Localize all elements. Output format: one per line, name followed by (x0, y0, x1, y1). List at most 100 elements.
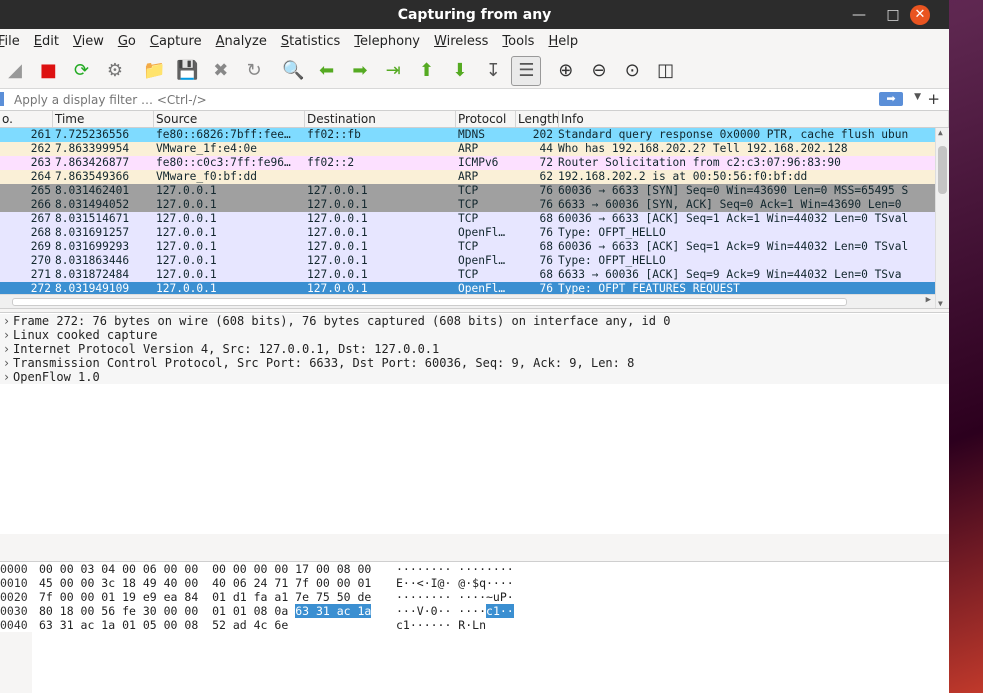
bytes-hex[interactable]: 45 00 00 3c 18 49 40 00 40 06 24 71 7f 0… (39, 576, 371, 590)
save-file-icon[interactable]: 💾 (172, 56, 202, 86)
detail-tree-item[interactable]: › Linux cooked capture (0, 328, 949, 342)
autoscroll-icon[interactable]: ↧ (478, 56, 508, 86)
title-bar[interactable]: Capturing from any — □ ✕ (0, 0, 949, 29)
scroll-right-icon[interactable]: ▶ (926, 295, 931, 305)
packet-destination: 127.0.0.1 (307, 268, 368, 281)
menu-edit[interactable]: Edit (27, 34, 66, 49)
packet-time: 8.031514671 (55, 212, 130, 225)
packet-row[interactable]: 270 8.031863446 127.0.0.1 127.0.0.1 OpenFl… 7… (0, 254, 949, 268)
packet-row[interactable]: 264 7.863549366 VMware_f0:bf:dd ARP 62 192.16… (0, 170, 949, 184)
packet-row[interactable]: 266 8.031494052 127.0.0.1 127.0.0.1 TCP 76 663… (0, 198, 949, 212)
close-icon[interactable]: ✕ (910, 4, 930, 25)
menu-go[interactable]: Go (111, 34, 143, 49)
minimize-icon[interactable]: — (842, 7, 876, 23)
apply-arrow-icon[interactable]: ➡ (879, 92, 903, 106)
menu-telephony[interactable]: Telephony (347, 34, 427, 49)
bytes-ascii[interactable]: c1······ R·Ln (396, 618, 486, 632)
display-filter-input[interactable] (0, 90, 949, 109)
ascii-text: ········ ········ (396, 562, 514, 576)
expand-arrow-icon[interactable]: › (0, 328, 13, 342)
zoom-in-icon[interactable]: ⊕ (551, 56, 581, 86)
menu-view[interactable]: View (66, 34, 111, 49)
expand-arrow-icon[interactable]: › (0, 370, 13, 384)
scroll-thumb[interactable] (938, 146, 947, 194)
packet-row[interactable]: 265 8.031462401 127.0.0.1 127.0.0.1 TCP 76 600… (0, 184, 949, 198)
packet-row[interactable]: 268 8.031691257 127.0.0.1 127.0.0.1 OpenFl… 7… (0, 226, 949, 240)
detail-tree-item[interactable]: › Frame 272: 76 bytes on wire (608 bits),… (0, 314, 949, 328)
open-file-icon[interactable]: 📁 (139, 56, 169, 86)
bytes-row: 0040 63 31 ac 1a 01 05 00 08 52 ad 4c 6e c… (0, 618, 949, 632)
detail-tree-item[interactable]: › OpenFlow 1.0 (0, 370, 949, 384)
packet-info: Type: OFPT_HELLO (558, 254, 666, 267)
maximize-icon[interactable]: □ (876, 7, 910, 23)
normal-size-icon[interactable]: ⊙ (617, 56, 647, 86)
go-last-icon[interactable]: ⬇ (445, 56, 475, 86)
menu-tools[interactable]: Tools (495, 34, 541, 49)
col-no[interactable]: o. (0, 111, 53, 127)
expand-arrow-icon[interactable]: › (0, 342, 13, 356)
packet-row[interactable]: 269 8.031699293 127.0.0.1 127.0.0.1 TCP 68 600… (0, 240, 949, 254)
reload-file-icon[interactable]: ↻ (239, 56, 269, 86)
bookmark-icon[interactable] (0, 92, 4, 106)
bytes-hex[interactable]: 7f 00 00 01 19 e9 ea 84 01 d1 fa a1 7e 7… (39, 590, 371, 604)
packet-protocol: MDNS (458, 128, 485, 141)
zoom-out-icon[interactable]: ⊖ (584, 56, 614, 86)
bytes-hex[interactable]: 63 31 ac 1a 01 05 00 08 52 ad 4c 6e (39, 618, 288, 632)
bytes-hex[interactable]: 00 00 03 04 00 06 00 00 00 00 00 00 17 0… (39, 562, 371, 576)
find-packet-icon[interactable]: 🔍 (278, 56, 308, 86)
bytes-ascii[interactable]: ········ ········ (396, 562, 514, 576)
horizontal-scrollbar[interactable]: ▶ (0, 294, 935, 308)
restart-capture-icon[interactable]: ⟳ (67, 56, 97, 86)
scroll-down-icon[interactable]: ▼ (938, 299, 943, 308)
go-forward-icon[interactable]: ➡ (345, 56, 375, 86)
col-time[interactable]: Time (53, 111, 154, 127)
plus-icon[interactable]: + (927, 90, 940, 108)
col-protocol[interactable]: Protocol (456, 111, 516, 127)
packet-length: 76 (539, 254, 553, 267)
packet-info: 60036 → 6633 [SYN] Seq=0 Win=43690 Len=0… (558, 184, 909, 197)
packet-row[interactable]: 262 7.863399954 VMware_1f:e4:0e ARP 44 Who ha… (0, 142, 949, 156)
vertical-scrollbar[interactable]: ▲ ▼ (935, 128, 949, 308)
packet-row[interactable]: 263 7.863426877 fe80::c0c3:7ff:fe96… ff02::… (0, 156, 949, 170)
bytes-hex[interactable]: 80 18 00 56 fe 30 00 00 01 01 08 0a 63 3… (39, 604, 372, 618)
packet-info: Router Solicitation from c2:c3:07:96:83:… (558, 156, 841, 169)
col-source[interactable]: Source (154, 111, 305, 127)
hscroll-thumb[interactable] (12, 298, 847, 306)
go-to-packet-icon[interactable]: ⇥ (378, 56, 408, 86)
packet-row[interactable]: 267 8.031514671 127.0.0.1 127.0.0.1 TCP 68 600… (0, 212, 949, 226)
col-length[interactable]: Length (516, 111, 559, 127)
col-destination[interactable]: Destination (305, 111, 456, 127)
packet-row[interactable]: 271 8.031872484 127.0.0.1 127.0.0.1 TCP 68 663… (0, 268, 949, 282)
packet-no: 268 (30, 226, 51, 239)
packet-time: 8.031863446 (55, 254, 130, 267)
capture-options-icon[interactable]: ⚙ (100, 56, 130, 86)
packet-row[interactable]: 261 7.725236556 fe80::6826:7bff:fee… ff02::… (0, 128, 949, 142)
stop-capture-icon[interactable]: ■ (33, 56, 63, 86)
packet-info: 60036 → 6633 [ACK] Seq=1 Ack=1 Win=44032… (558, 212, 909, 225)
colorize-icon[interactable]: ☰ (511, 55, 542, 86)
detail-tree-item[interactable]: › Internet Protocol Version 4, Src: 127.0… (0, 342, 949, 356)
detail-tree-item[interactable]: › Transmission Control Protocol, Src Port… (0, 356, 949, 370)
start-capture-icon[interactable]: ◢ (0, 56, 30, 86)
menu-analyze[interactable]: Analyze (209, 34, 274, 49)
scroll-up-icon[interactable]: ▲ (938, 128, 943, 137)
bytes-ascii[interactable]: E··<·I@· @·$q···· (396, 576, 514, 590)
menu-help[interactable]: Help (541, 34, 585, 49)
packet-no: 262 (30, 142, 51, 155)
menu-file[interactable]: File (0, 34, 27, 49)
resize-columns-icon[interactable]: ◫ (651, 56, 681, 86)
packet-source: 127.0.0.1 (156, 254, 217, 267)
close-file-icon[interactable]: ✖ (206, 56, 236, 86)
expand-arrow-icon[interactable]: › (0, 314, 13, 328)
go-first-icon[interactable]: ⬆ (412, 56, 442, 86)
expand-arrow-icon[interactable]: › (0, 356, 13, 370)
menu-capture[interactable]: Capture (143, 34, 209, 49)
go-back-icon[interactable]: ⬅ (312, 56, 342, 86)
bytes-ascii[interactable]: ···V·0·· ····c1·· (396, 604, 514, 618)
menu-statistics[interactable]: Statistics (274, 34, 347, 49)
bytes-ascii[interactable]: ········ ····~uP· (396, 590, 514, 604)
col-info[interactable]: Info (559, 111, 949, 127)
detail-text: Internet Protocol Version 4, Src: 127.0.… (13, 342, 440, 356)
menu-wireless[interactable]: Wireless (427, 34, 495, 49)
filter-dropdown-icon[interactable]: ▼ (914, 92, 921, 102)
